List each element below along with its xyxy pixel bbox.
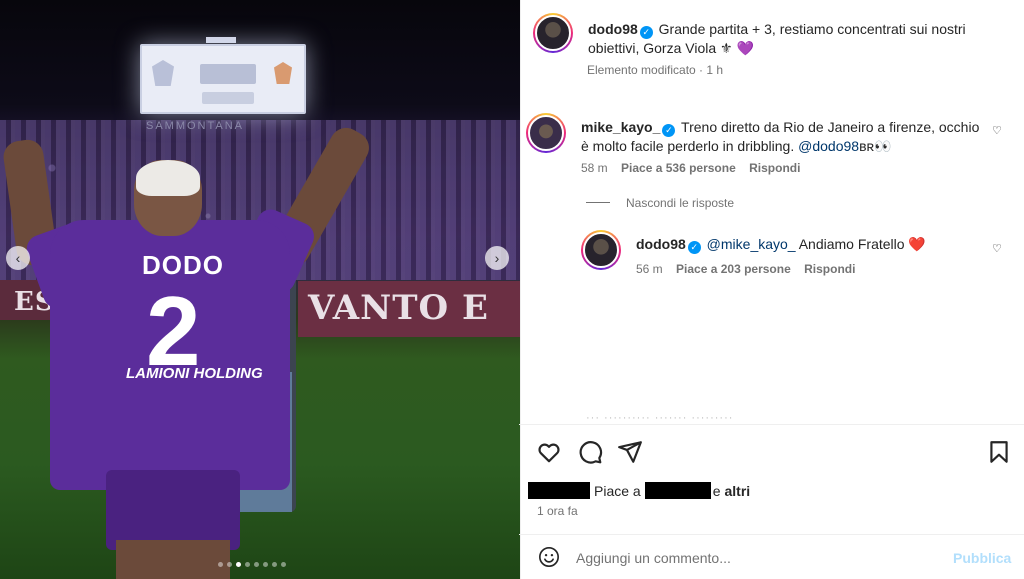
comment-text-line1: Treno diretto da Rio de Janeiro a firenz…	[681, 119, 980, 135]
reply: dodo98 ✓ @mike_kayo_ Andiamo Fratello ❤️	[636, 235, 996, 254]
reply-username[interactable]: dodo98	[636, 236, 686, 252]
likes-summary[interactable]: Piace a e altri	[528, 482, 750, 499]
caption-username[interactable]: dodo98	[588, 21, 638, 37]
scoreboard	[140, 44, 306, 114]
reply-time: 56 m	[636, 262, 663, 276]
verified-icon: ✓	[687, 241, 701, 254]
carousel-dot	[245, 562, 250, 567]
reply-reply-button[interactable]: Rispondi	[804, 262, 855, 276]
reply-likes[interactable]: Piace a 203 persone	[676, 262, 791, 276]
banner-right-text: VANTO E	[308, 288, 489, 328]
redacted-username	[644, 482, 711, 499]
carousel-dot	[227, 562, 232, 567]
carousel-dot	[263, 562, 268, 567]
player-shorts	[106, 470, 240, 550]
comment: mike_kayo_ ✓ Treno diretto da Rio de Jane…	[581, 118, 981, 156]
home-crest-icon	[152, 60, 174, 86]
comment-username[interactable]: mike_kayo_	[581, 119, 660, 135]
caption-text-line2: obiettivi, Gorza Viola ⚜ 💜	[588, 40, 754, 56]
comment-input[interactable]	[576, 548, 936, 568]
comment-likes[interactable]: Piace a 536 persone	[621, 161, 736, 175]
comment-text-line2: è molto facile perderlo in dribbling.	[581, 138, 799, 154]
comment-box-divider	[519, 534, 1024, 535]
jersey-sponsor: LAMIONI HOLDING	[126, 365, 263, 382]
carousel-dot	[236, 562, 241, 567]
player-legs	[116, 540, 230, 579]
caption-text-line1: Grande partita + 3, restiamo concentrati…	[658, 21, 966, 37]
hide-replies-button[interactable]: Nascondi le risposte	[626, 196, 734, 210]
post-photo[interactable]: SAMMONTANA ESSER VANTO E DODO 2 LAMIONI …	[0, 0, 520, 579]
redacted-avatars	[528, 482, 590, 499]
actions-divider	[519, 424, 1024, 425]
carousel-dot	[281, 562, 286, 567]
publish-button[interactable]: Pubblica	[953, 550, 1011, 566]
comment-like-heart-icon[interactable]: ♡	[992, 124, 1002, 137]
author-avatar[interactable]	[533, 13, 573, 53]
player-hair	[136, 160, 200, 196]
scoreboard-logo	[206, 37, 236, 43]
verified-icon: ✓	[639, 26, 653, 39]
comment-mention[interactable]: @dodo98	[798, 138, 859, 154]
carousel-dot	[254, 562, 259, 567]
carousel-next-button[interactable]: ›	[485, 246, 509, 270]
comment-emoji: ʙʀ👀	[859, 138, 892, 154]
likes-prefix: Piace a	[594, 482, 641, 499]
carousel-dots	[218, 562, 286, 567]
reply-like-heart-icon[interactable]: ♡	[992, 242, 1002, 255]
emoji-icon[interactable]	[538, 546, 560, 568]
comment-reply-button[interactable]: Rispondi	[749, 161, 800, 175]
like-heart-icon[interactable]	[536, 439, 562, 465]
verified-icon: ✓	[662, 124, 676, 137]
caption: dodo98 ✓ Grande partita + 3, restiamo con…	[588, 20, 988, 58]
score-display	[200, 64, 256, 84]
hidden-comment-row: ··· ·········· ······· ·········	[586, 412, 734, 420]
comment-time: 58 m	[581, 161, 608, 175]
post-time[interactable]: 1 ora fa	[537, 504, 578, 518]
away-crest-icon	[274, 62, 292, 84]
edited-label: Elemento modificato · 1 h	[587, 63, 724, 77]
reply-mention[interactable]: @mike_kayo_	[707, 236, 796, 252]
time-display	[202, 92, 254, 104]
carousel-dot	[272, 562, 277, 567]
reply-avatar[interactable]	[581, 230, 621, 270]
save-bookmark-icon[interactable]	[986, 439, 1012, 465]
replies-line	[586, 202, 610, 203]
comment-icon[interactable]	[577, 439, 603, 465]
likes-others[interactable]: altri	[725, 483, 751, 499]
comment-meta: 58 m Piace a 536 persone Rispondi	[581, 161, 800, 175]
commenter-avatar[interactable]	[526, 113, 566, 153]
carousel-dot	[218, 562, 223, 567]
carousel-prev-button[interactable]: ‹	[6, 246, 30, 270]
stadium-sign: SAMMONTANA	[146, 120, 245, 132]
reply-text: Andiamo Fratello ❤️	[795, 236, 926, 252]
reply-meta: 56 m Piace a 203 persone Rispondi	[636, 262, 855, 276]
likes-suffix: e	[712, 482, 721, 499]
share-icon[interactable]	[617, 439, 643, 465]
